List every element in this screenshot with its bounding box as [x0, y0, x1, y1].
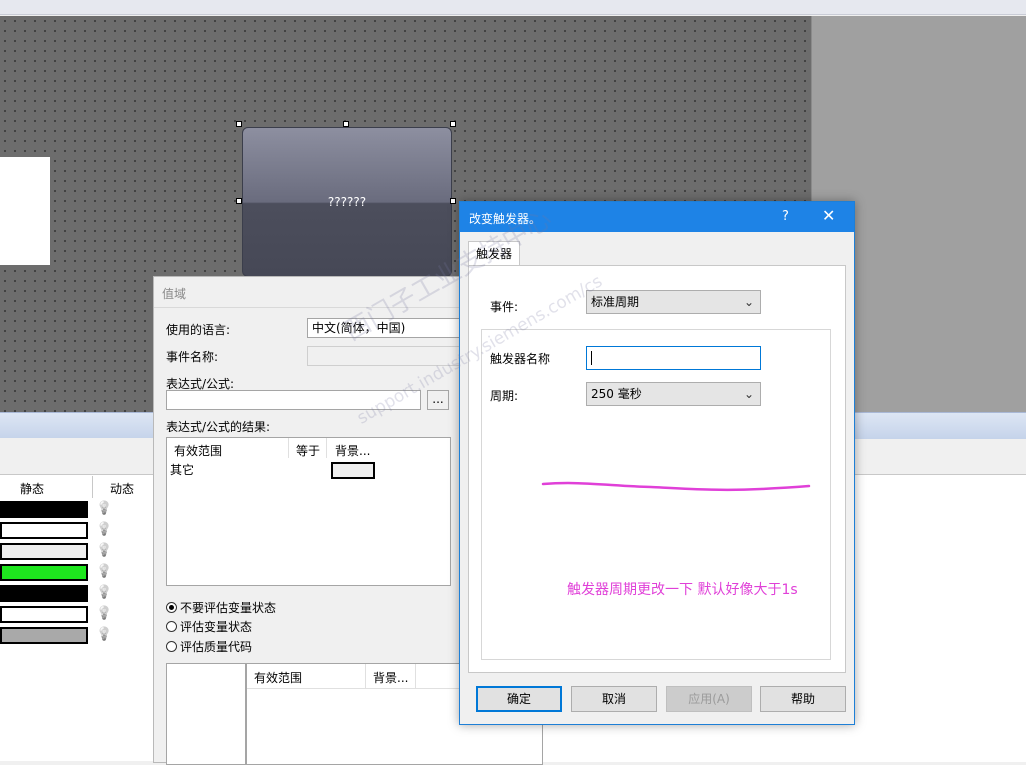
range-list-left[interactable] [166, 663, 246, 765]
annotation-note: 触发器周期更改一下 默认好像大于1s [567, 582, 798, 598]
color-swatch[interactable] [0, 543, 88, 560]
option-label: 评估变量状态 [180, 620, 253, 634]
color-swatch[interactable] [0, 564, 88, 581]
result-header-range: 有效范围 [174, 444, 223, 458]
color-swatch[interactable] [0, 585, 88, 602]
lightbulb-icon[interactable]: 💡 [96, 564, 112, 580]
result-header-equals: 等于 [296, 444, 321, 458]
event-name-label: 事件名称: [166, 350, 219, 364]
option-no-evaluate[interactable]: 不要评估变量状态 [166, 599, 276, 616]
resize-handle[interactable] [450, 121, 456, 127]
ok-button[interactable]: 确定 [476, 686, 562, 712]
radio-icon [166, 641, 177, 652]
result-row-other[interactable]: 其它 [170, 461, 194, 478]
browse-button[interactable]: ... [427, 390, 449, 410]
lightbulb-icon[interactable]: 💡 [96, 627, 112, 643]
chevron-down-icon: ⌄ [743, 387, 754, 401]
radio-icon [166, 621, 177, 632]
list-header-range: 有效范围 [254, 671, 303, 685]
lightbulb-icon[interactable]: 💡 [96, 501, 112, 517]
list-header-background: 背景... [373, 671, 409, 685]
lightbulb-icon[interactable]: 💡 [96, 606, 112, 622]
column-divider [92, 476, 93, 498]
column-header-dynamic: 动态 [110, 482, 135, 496]
hmi-button-text: ?????? [327, 195, 367, 209]
annotation-underline [541, 481, 811, 492]
lightbulb-icon[interactable]: 💡 [96, 585, 112, 601]
radio-selected-icon [166, 602, 177, 613]
color-swatch[interactable] [0, 606, 88, 623]
change-trigger-dialog: 改变触发器。 ? ✕ 触发器 事件: 标准周期 ⌄ 触发器名称 周期: 250 … [459, 201, 855, 725]
help-button[interactable]: 帮助 [760, 686, 846, 712]
header-divider [415, 664, 416, 688]
range-dialog-title: 值域 [162, 287, 187, 301]
properties-toolbar [0, 438, 155, 475]
color-swatch[interactable] [0, 501, 88, 518]
resize-handle[interactable] [450, 198, 456, 204]
option-evaluate-quality[interactable]: 评估质量代码 [166, 638, 252, 655]
option-evaluate-status[interactable]: 评估变量状态 [166, 618, 252, 635]
resize-handle[interactable] [236, 121, 242, 127]
resize-handle[interactable] [236, 198, 242, 204]
period-label: 周期: [490, 389, 519, 403]
result-header-background: 背景... [335, 444, 371, 458]
lightbulb-icon[interactable]: 💡 [96, 522, 112, 538]
result-label: 表达式/公式的结果: [166, 420, 271, 434]
option-label: 评估质量代码 [180, 640, 253, 654]
event-select-value: 标准周期 [591, 295, 640, 309]
top-strip [0, 0, 1026, 15]
result-table[interactable]: 有效范围 等于 背景... 其它 [166, 437, 451, 586]
option-label: 不要评估变量状态 [180, 601, 277, 615]
chevron-down-icon: ⌄ [743, 295, 754, 309]
header-divider [326, 438, 327, 458]
event-label: 事件: [490, 300, 519, 314]
lightbulb-icon[interactable]: 💡 [96, 543, 112, 559]
canvas-white-object[interactable] [0, 157, 50, 265]
column-header-static: 静态 [20, 482, 45, 496]
background-color-swatch[interactable] [331, 462, 375, 479]
help-icon[interactable]: ? [782, 209, 789, 224]
trigger-name-input[interactable] [586, 346, 761, 370]
resize-handle[interactable] [343, 121, 349, 127]
header-divider [365, 664, 366, 688]
color-swatch[interactable] [0, 522, 88, 539]
close-icon[interactable]: ✕ [822, 206, 835, 225]
text-caret [591, 351, 592, 365]
color-swatch[interactable] [0, 627, 88, 644]
language-label: 使用的语言: [166, 323, 231, 337]
period-select[interactable]: 250 毫秒 ⌄ [586, 382, 761, 406]
header-divider [288, 438, 289, 458]
trigger-name-label: 触发器名称 [490, 352, 551, 366]
cancel-button[interactable]: 取消 [571, 686, 657, 712]
hmi-button-object[interactable]: ?????? [242, 127, 452, 277]
period-select-value: 250 毫秒 [591, 387, 642, 401]
event-select[interactable]: 标准周期 ⌄ [586, 290, 761, 314]
apply-button: 应用(A) [666, 686, 752, 712]
